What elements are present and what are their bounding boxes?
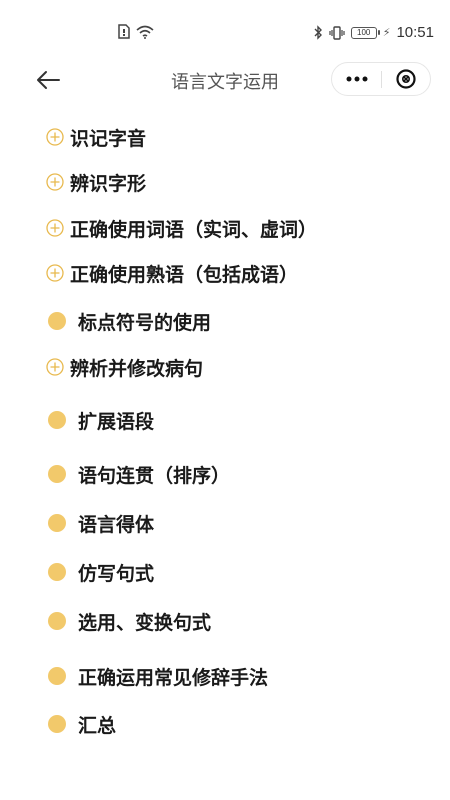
list-item-label: 语言得体 xyxy=(78,513,155,536)
battery-icon: 100 xyxy=(350,26,380,39)
list-item[interactable]: 辨析并修改病句 xyxy=(46,352,203,382)
dot-icon xyxy=(48,312,66,330)
sim-card-icon xyxy=(118,24,130,39)
list-item[interactable]: 正确使用熟语（包括成语） xyxy=(46,258,298,288)
list-item-label: 扩展语段 xyxy=(78,410,155,433)
list-item-label: 语句连贯（排序） xyxy=(78,464,231,487)
dot-icon xyxy=(48,411,66,429)
list-item[interactable]: 语言得体 xyxy=(46,508,154,538)
list-item[interactable]: 标点符号的使用 xyxy=(46,306,211,336)
vibrate-icon xyxy=(329,25,345,40)
more-button[interactable] xyxy=(332,63,381,95)
dot-icon xyxy=(48,514,66,532)
list-item-label: 选用、变换句式 xyxy=(78,611,212,634)
plus-circle-icon xyxy=(46,219,64,237)
list-item-label: 标点符号的使用 xyxy=(78,311,212,334)
plus-circle-icon xyxy=(46,173,64,191)
list-item-label: 辨识字形 xyxy=(70,172,147,195)
list-item-label: 正确运用常见修辞手法 xyxy=(78,666,269,689)
plus-circle-icon xyxy=(46,358,64,376)
list-item-label: 汇总 xyxy=(78,714,117,737)
dot-icon xyxy=(48,563,66,581)
list-item-label: 正确使用词语（实词、虚词） xyxy=(70,218,318,241)
list-item[interactable]: 正确运用常见修辞手法 xyxy=(46,661,268,691)
list-item-label: 辨析并修改病句 xyxy=(70,357,204,380)
list-item[interactable]: 扩展语段 xyxy=(46,405,154,435)
list-item-label: 正确使用熟语（包括成语） xyxy=(70,263,299,286)
dot-icon xyxy=(48,715,66,733)
list-item-label: 识记字音 xyxy=(70,127,147,150)
status-left xyxy=(118,24,154,39)
list-item[interactable]: 语句连贯（排序） xyxy=(46,459,230,489)
list-item[interactable]: 选用、变换句式 xyxy=(46,606,211,636)
close-circle-icon xyxy=(396,69,416,89)
dot-icon xyxy=(48,612,66,630)
wifi-icon xyxy=(136,25,154,39)
bluetooth-icon xyxy=(314,25,322,40)
more-dots-icon xyxy=(346,76,367,82)
plus-circle-icon xyxy=(46,264,64,282)
miniprogram-capsule xyxy=(331,62,431,96)
close-button[interactable] xyxy=(382,63,430,95)
nav-bar: 语言文字运用 xyxy=(0,56,450,106)
plus-circle-icon xyxy=(46,128,64,146)
list-item[interactable]: 仿写句式 xyxy=(46,557,154,587)
dot-icon xyxy=(48,465,66,483)
status-time: 10:51 xyxy=(396,24,434,41)
status-bar: 100 ⚡ 10:51 xyxy=(0,0,450,56)
status-right: 100 ⚡ 10:51 xyxy=(313,24,434,41)
list-item[interactable]: 辨识字形 xyxy=(46,167,146,197)
list-item-label: 仿写句式 xyxy=(78,562,155,585)
charging-icon: ⚡ xyxy=(382,26,391,39)
dot-icon xyxy=(48,667,66,685)
list-item[interactable]: 正确使用词语（实词、虚词） xyxy=(46,213,317,243)
list-item[interactable]: 识记字音 xyxy=(46,122,146,152)
list-item[interactable]: 汇总 xyxy=(46,709,116,739)
